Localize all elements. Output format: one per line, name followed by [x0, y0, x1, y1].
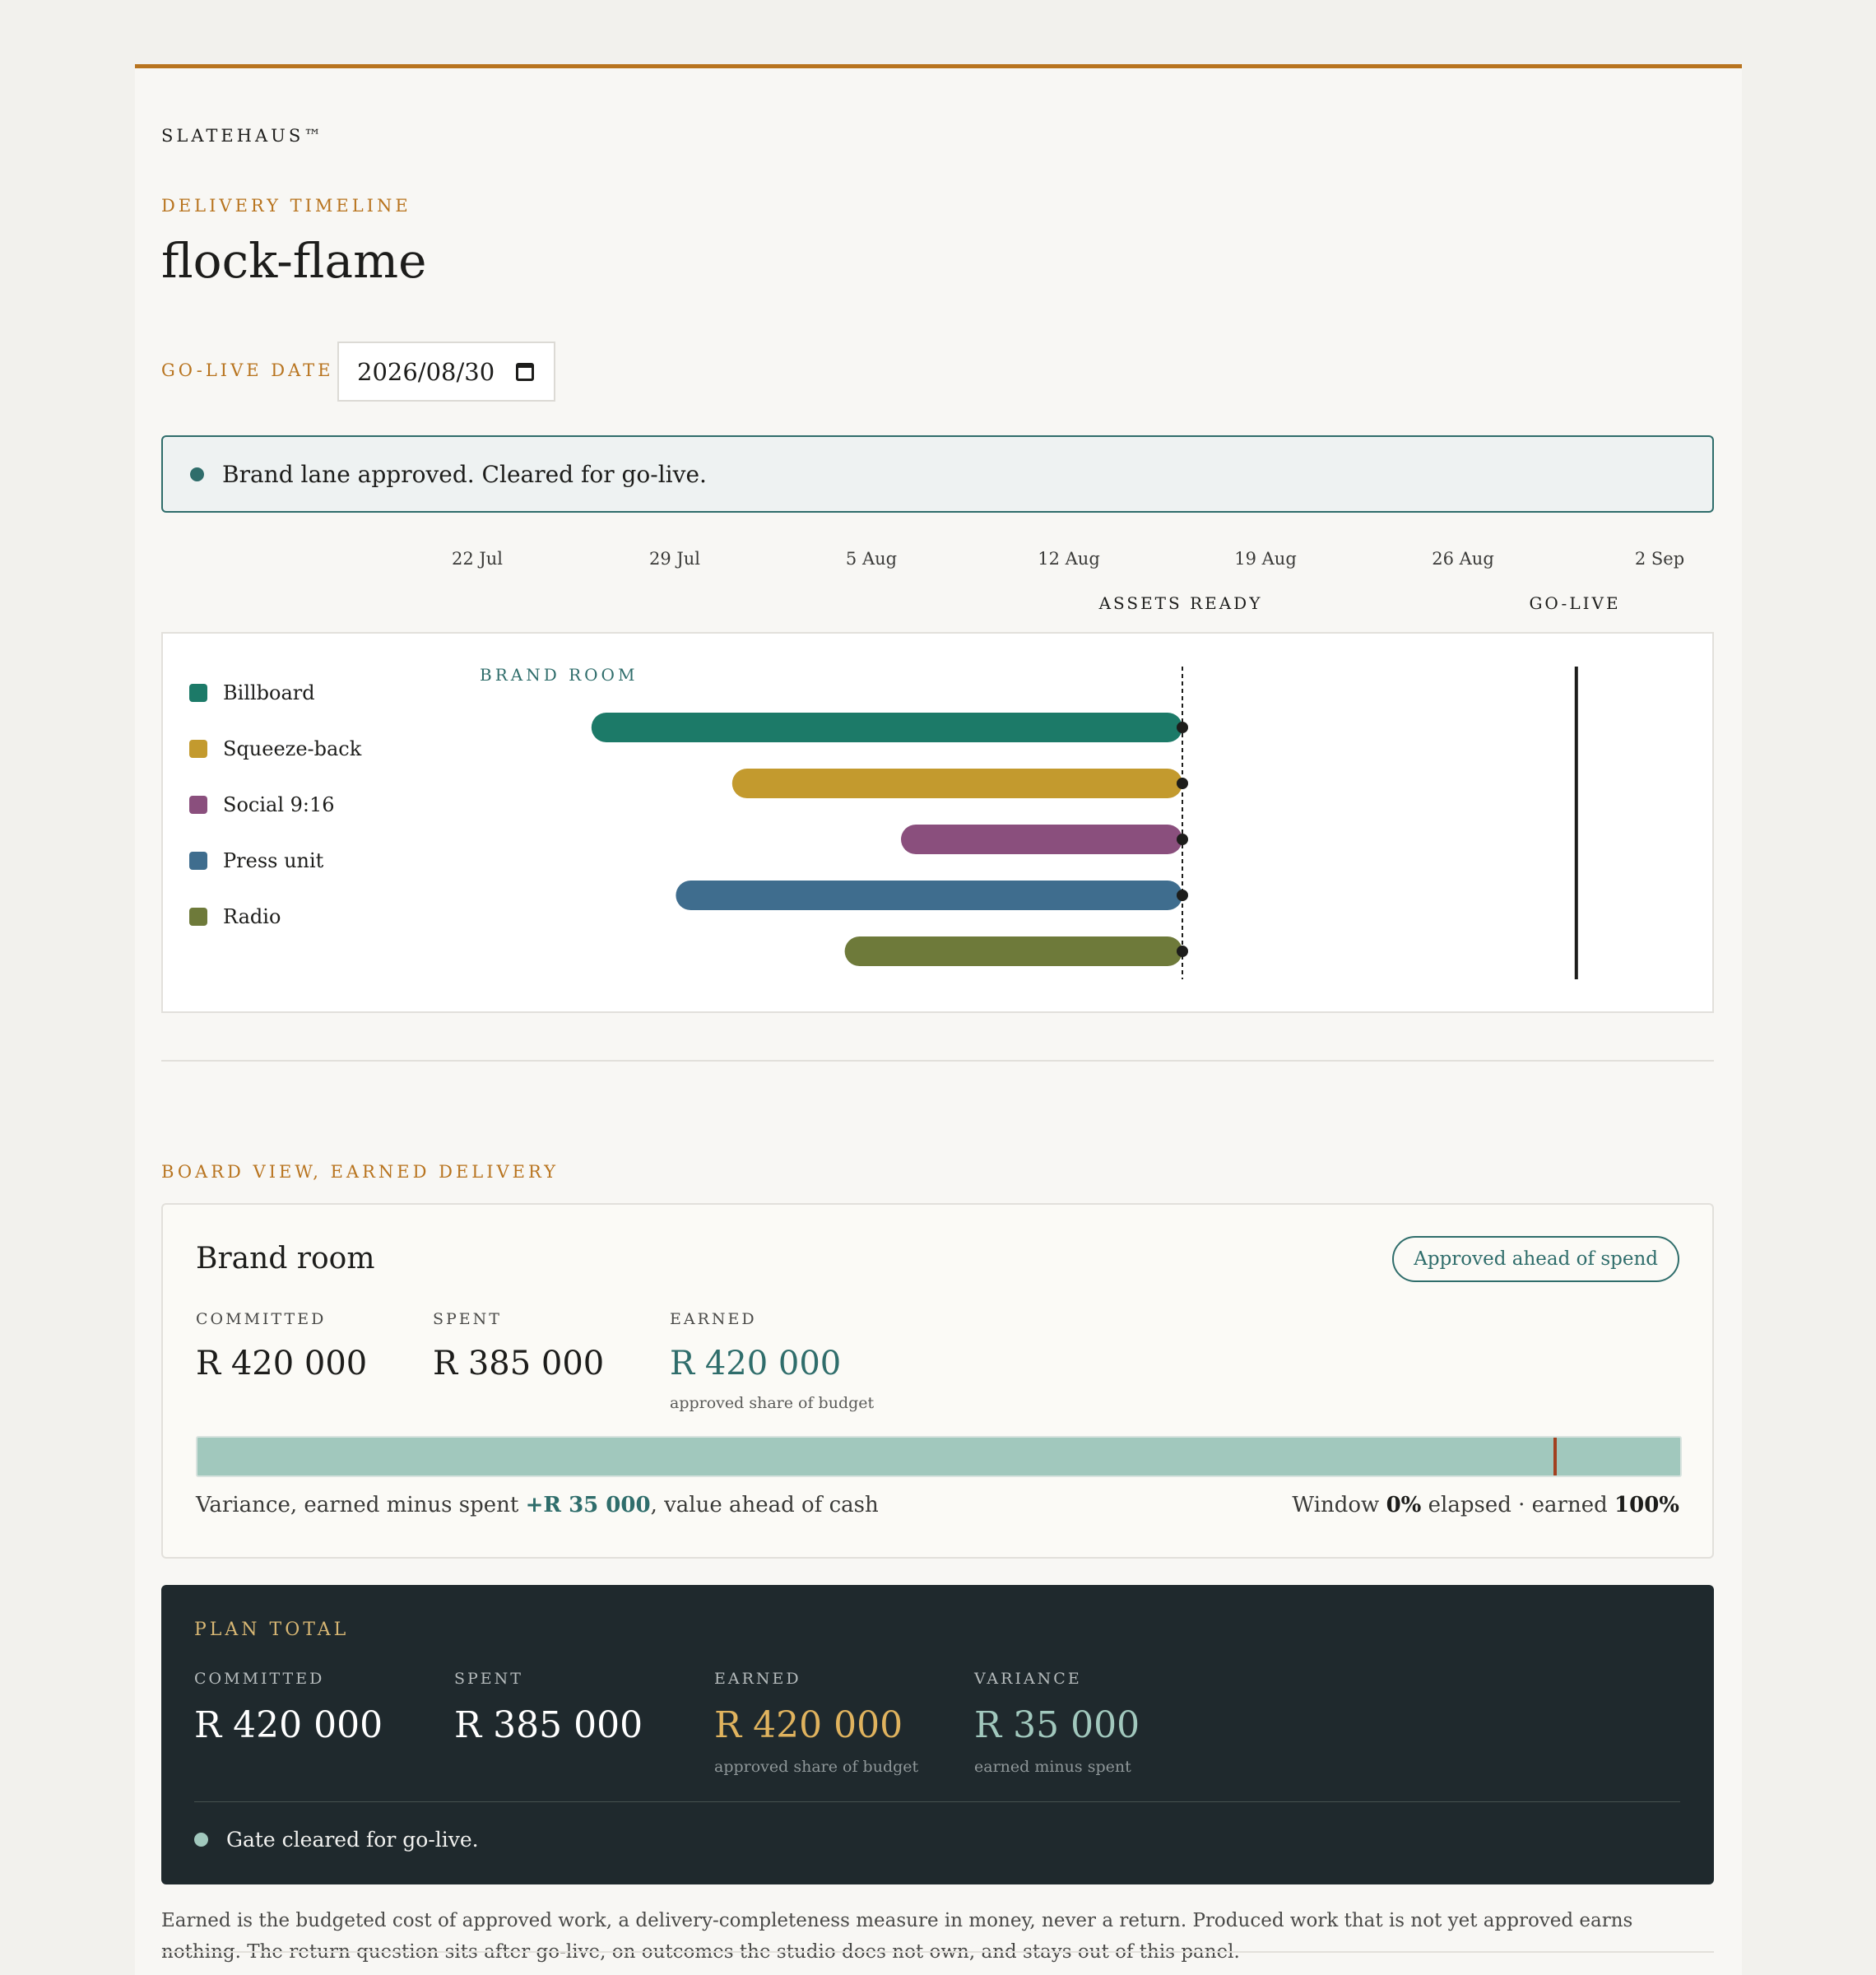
gantt-bar [844, 936, 1182, 966]
metric-label: VARIANCE [974, 1670, 1082, 1688]
metric-sub: earned minus spent [974, 1758, 1131, 1776]
metric-earned: EARNED R 420 000 approved share of budge… [670, 1310, 874, 1412]
metric-label: EARNED [714, 1670, 801, 1688]
earned-percent-value: 100% [1614, 1493, 1679, 1517]
variance-prefix: Variance, earned minus spent [196, 1493, 519, 1517]
metric-value: R 420 000 [194, 1704, 383, 1746]
metric-value: R 420 000 [714, 1704, 903, 1746]
gate-status: Gate cleared for go-live. [194, 1828, 479, 1852]
variance-value: +R 35 000 [525, 1493, 651, 1517]
spent-marker [1553, 1438, 1558, 1475]
metric-label: SPENT [433, 1310, 502, 1328]
go-live-date-label: GO-LIVE DATE [161, 360, 334, 380]
card-title: Brand room [196, 1242, 375, 1276]
window-mid: elapsed · earned [1428, 1493, 1608, 1517]
section-divider [161, 1060, 1714, 1062]
metric-spent: SPENT R 385 000 [433, 1310, 604, 1382]
status-alert: Brand lane approved. Cleared for go-live… [161, 435, 1714, 513]
board-section-label: BOARD VIEW, EARNED DELIVERY [161, 1162, 560, 1182]
calendar-icon[interactable] [516, 363, 534, 381]
gantt-bars [591, 667, 1578, 979]
window-elapsed-value: 0% [1386, 1493, 1422, 1517]
metric-label: COMMITTED [194, 1670, 325, 1688]
status-dot-icon [190, 467, 204, 481]
total-spent: SPENT R 385 000 [454, 1670, 643, 1746]
page-title: flock-flame [161, 233, 427, 289]
gantt-bar [676, 881, 1182, 910]
milestone-assets-ready-label: ASSETS READY [1098, 593, 1263, 613]
metric-value: R 385 000 [433, 1345, 605, 1382]
plan-total-panel: PLAN TOTAL COMMITTED R 420 000 SPENT R 3… [161, 1585, 1714, 1884]
brand-room-card: Brand room Approved ahead of spend COMMI… [161, 1203, 1714, 1559]
status-alert-text: Brand lane approved. Cleared for go-live… [222, 460, 707, 488]
footnote: Earned is the budgeted cost of approved … [161, 1910, 1633, 1963]
metric-sub: approved share of budget [670, 1394, 875, 1412]
window-text: Window 0% elapsed · earned 100% [1292, 1493, 1679, 1517]
metric-committed: COMMITTED R 420 000 [196, 1310, 367, 1382]
variance-suffix: , value ahead of cash [650, 1493, 879, 1517]
metric-value: R 385 000 [454, 1704, 643, 1746]
axis-tick: 12 Aug [1038, 549, 1100, 569]
page: SLATEHAUS™ DELIVERY TIMELINE flock-flame… [135, 64, 1742, 1975]
metric-value: R 35 000 [974, 1704, 1140, 1746]
total-earned: EARNED R 420 000 approved share of budge… [714, 1670, 918, 1776]
gantt-bar [901, 825, 1182, 854]
axis-tick: 29 Jul [648, 549, 701, 569]
metric-value: R 420 000 [670, 1345, 842, 1382]
gate-status-text: Gate cleared for go-live. [226, 1828, 479, 1852]
page-eyebrow: DELIVERY TIMELINE [161, 196, 411, 216]
brand-wordmark: SLATEHAUS™ [161, 126, 325, 146]
milestone-go-live-label: GO-LIVE [1529, 593, 1621, 613]
metric-label: EARNED [670, 1310, 757, 1328]
total-committed: COMMITTED R 420 000 [194, 1670, 383, 1746]
go-live-date-input[interactable]: 2026/08/30 [337, 342, 555, 402]
axis-tick: 2 Sep [1634, 549, 1685, 569]
gate-dot-icon [194, 1833, 208, 1847]
go-live-date-value: 2026/08/30 [357, 357, 495, 386]
axis-tick: 26 Aug [1432, 549, 1494, 569]
total-variance: VARIANCE R 35 000 earned minus spent [974, 1670, 1140, 1776]
axis-tick: 5 Aug [845, 549, 898, 569]
gantt-bar [591, 713, 1182, 742]
axis-tick: 19 Aug [1234, 549, 1297, 569]
status-badge: Approved ahead of spend [1392, 1236, 1679, 1282]
axis-tick: 22 Jul [451, 549, 504, 569]
window-prefix: Window [1292, 1493, 1380, 1517]
plan-total-heading: PLAN TOTAL [194, 1620, 350, 1640]
section-divider [161, 1951, 1714, 1953]
gantt-bar [731, 769, 1182, 798]
variance-text: Variance, earned minus spent +R 35 000, … [196, 1493, 879, 1517]
metric-sub: approved share of budget [714, 1758, 919, 1776]
metric-label: SPENT [454, 1670, 523, 1688]
metric-value: R 420 000 [196, 1345, 368, 1382]
metric-label: COMMITTED [196, 1310, 327, 1328]
panel-divider [194, 1801, 1680, 1802]
gantt-chart: BRAND ROOM Billboard Squeeze-back Social… [161, 632, 1714, 1013]
earned-progress-bar [196, 1436, 1682, 1477]
